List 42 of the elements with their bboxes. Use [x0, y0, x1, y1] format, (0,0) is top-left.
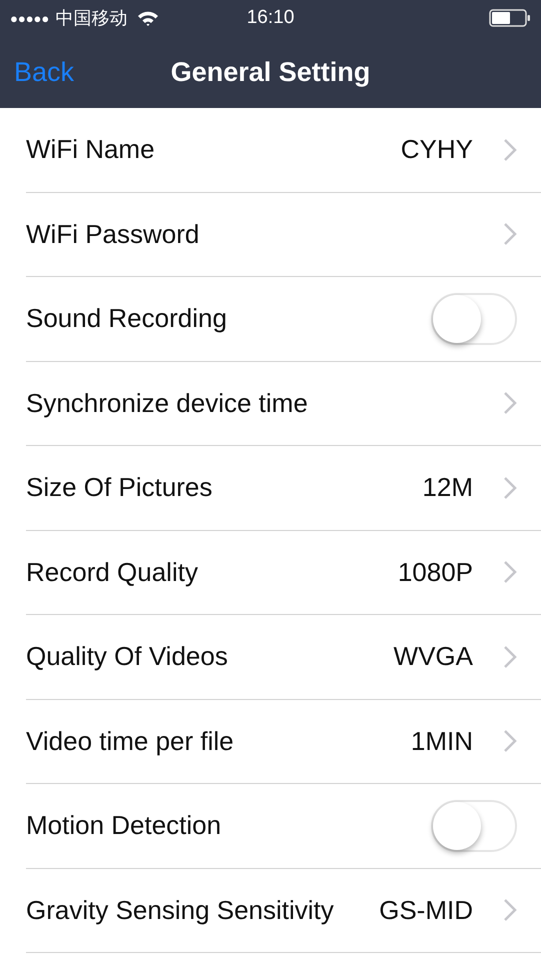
chevron-icon	[503, 138, 517, 162]
toggle-switch[interactable]	[431, 800, 517, 852]
chevron-icon	[503, 476, 517, 500]
setting-value: GS-MID	[379, 894, 473, 926]
status-time: 16:10	[246, 7, 296, 29]
wifi-icon	[137, 10, 160, 26]
settings-row[interactable]: Gravity Sensing Sensitivity GS-MID	[26, 868, 541, 953]
setting-label: Synchronize device time	[26, 388, 308, 419]
setting-label: Gravity Sensing Sensitivity	[26, 894, 334, 926]
settings-row[interactable]: Sound Recording	[26, 277, 541, 362]
setting-label: WiFi Password	[26, 218, 200, 250]
settings-row[interactable]: Quality Of Videos WVGA	[26, 615, 541, 700]
setting-label: Size Of Pictures	[26, 472, 212, 504]
settings-row[interactable]: Synchronize device time	[26, 362, 541, 446]
settings-row[interactable]: Motion Detection	[26, 784, 541, 868]
chevron-icon	[503, 560, 517, 584]
setting-value: 12M	[422, 472, 473, 504]
setting-value: WVGA	[394, 641, 473, 672]
chevron-icon	[503, 898, 517, 922]
chevron-icon	[503, 391, 517, 416]
carrier-name: 中国移动	[55, 7, 128, 30]
setting-label: Video time per file	[26, 726, 234, 757]
chevron-icon	[503, 729, 517, 754]
battery-icon	[489, 9, 531, 27]
signal-dots: ●●●●●	[10, 10, 50, 26]
setting-label: Quality Of Videos	[26, 641, 228, 672]
toggle-switch[interactable]	[431, 292, 517, 345]
settings-row[interactable]: Size Of Pictures 12M	[26, 446, 541, 530]
settings-row[interactable]: WiFi Name CYHY	[26, 108, 541, 192]
setting-value: CYHY	[400, 134, 473, 166]
setting-label: Sound Recording	[26, 303, 227, 334]
chevron-icon	[503, 644, 517, 669]
setting-label: WiFi Name	[26, 134, 155, 166]
setting-label: Motion Detection	[26, 810, 222, 842]
setting-value: 1MIN	[410, 726, 473, 757]
settings-row[interactable]: WiFi Password	[26, 192, 541, 277]
setting-value: 1080P	[398, 556, 473, 588]
setting-label: Record Quality	[26, 556, 198, 588]
page-title: General Setting	[170, 56, 372, 88]
chevron-icon	[503, 222, 517, 246]
settings-row[interactable]: Record Quality 1080P	[26, 530, 541, 615]
settings-row[interactable]: Video time per file 1MIN	[26, 700, 541, 784]
